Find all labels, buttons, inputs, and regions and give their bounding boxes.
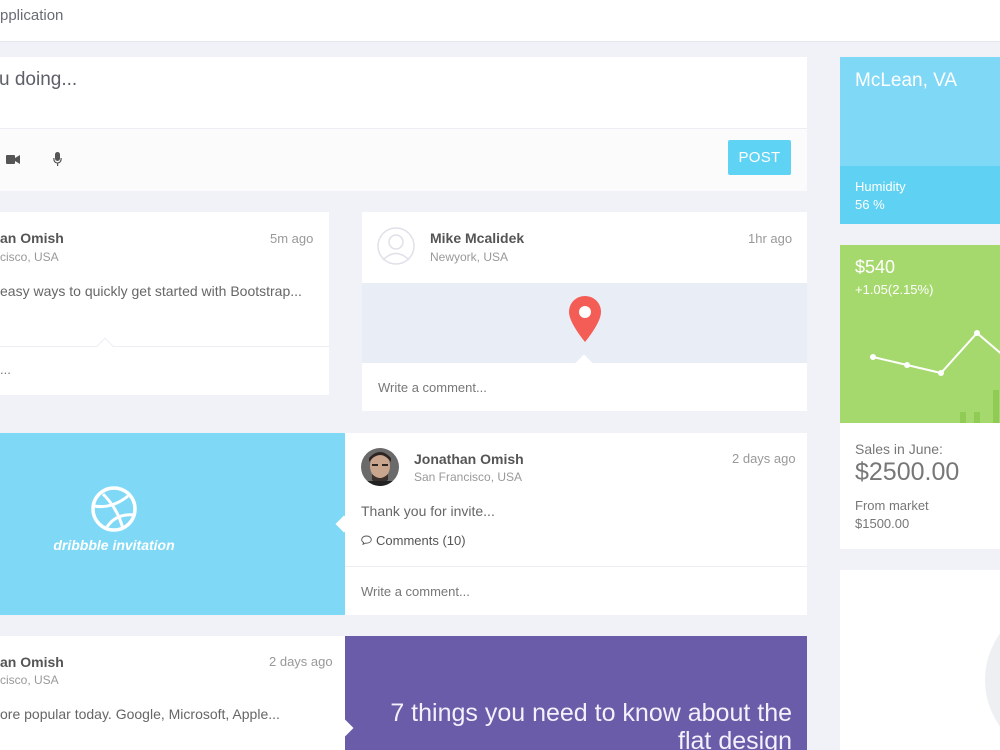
post-time: 5m ago — [270, 231, 314, 246]
stock-widget: $540 +1.05(2.15%) Sales in June: $2500.0… — [840, 245, 1000, 549]
post-location: Newyork, USA — [430, 250, 509, 264]
post-time: 2 days ago — [269, 654, 333, 669]
divider — [345, 566, 807, 567]
sparkline-line — [872, 331, 1000, 375]
market-value: $1500.00 — [855, 516, 910, 531]
post-card-3: dribbble invitation Jonathan Omish San F… — [0, 433, 807, 615]
composer-toolbar — [0, 129, 807, 191]
post-author[interactable]: Jonathan Omish — [414, 451, 524, 467]
headline-line-1: 7 things you need to know about the — [390, 699, 792, 727]
post-text: easy ways to quickly get started with Bo… — [0, 283, 302, 299]
humidity-label: Humidity — [855, 179, 906, 194]
weather-city: McLean, VA — [855, 70, 958, 91]
post-author[interactable]: an Omish — [0, 654, 64, 670]
top-navbar: pplication — [0, 0, 1000, 42]
microphone-icon[interactable] — [53, 152, 62, 166]
post-text: ore popular today. Google, Microsoft, Ap… — [0, 706, 280, 722]
stock-price: $540 — [855, 257, 896, 277]
stock-change: +1.05(2.15%) — [855, 282, 934, 297]
post-text: Thank you for invite... — [361, 503, 495, 519]
post-time: 1hr ago — [748, 231, 793, 246]
sparkline-chart — [870, 330, 1000, 423]
article-headline[interactable]: 7 things you need to know about the flat… — [345, 699, 792, 750]
humidity-panel — [840, 166, 1000, 224]
sparkline-point — [904, 362, 910, 368]
right-widget — [840, 570, 1000, 750]
sparkline-point — [974, 330, 980, 336]
volume-bar — [974, 412, 980, 423]
post-time: 2 days ago — [732, 451, 796, 466]
market-label: From market — [855, 498, 929, 513]
dribbble-icon — [91, 486, 137, 532]
comment-input[interactable]: ... — [0, 362, 11, 377]
post-card-1: an Omish cisco, USA 5m ago easy ways to … — [0, 212, 329, 395]
post-author[interactable]: an Omish — [0, 230, 64, 246]
comments-link[interactable]: Comments (10) — [376, 533, 466, 548]
caret — [96, 337, 114, 355]
sparkline-point — [870, 354, 876, 360]
post-author[interactable]: Mike Mcalidek — [430, 230, 524, 246]
avatar[interactable] — [377, 227, 415, 265]
dribbble-media[interactable] — [0, 433, 345, 615]
dribbble-label: dribbble invitation — [53, 537, 175, 553]
humidity-value: 56 % — [855, 197, 885, 212]
status-input[interactable] — [0, 57, 807, 129]
sales-value: $2500.00 — [855, 458, 960, 486]
post-location: cisco, USA — [0, 673, 59, 687]
comment-input[interactable]: Write a comment... — [361, 584, 470, 599]
sales-label: Sales in June: — [855, 441, 943, 457]
post-location: cisco, USA — [0, 250, 59, 264]
post-button[interactable]: POST — [728, 140, 791, 175]
post-card-4: an Omish cisco, USA 2 days ago ore popul… — [0, 636, 807, 750]
comment-input[interactable]: Write a comment... — [378, 380, 487, 395]
volume-bar — [960, 412, 966, 423]
divider — [0, 346, 329, 347]
post-location: San Francisco, USA — [414, 470, 523, 484]
volume-bar — [993, 390, 999, 423]
comment-icon — [361, 535, 372, 545]
avatar[interactable] — [361, 448, 399, 486]
app-title[interactable]: pplication — [0, 7, 63, 24]
video-camera-icon[interactable] — [6, 154, 20, 165]
status-composer — [0, 57, 807, 191]
weather-widget: McLean, VA Humidity 56 % — [840, 57, 1000, 224]
post-card-2: Mike Mcalidek Newyork, USA 1hr ago Write… — [362, 212, 807, 411]
headline-line-2: flat design — [678, 727, 792, 750]
circle-chart — [985, 633, 1000, 727]
map-pin-icon — [569, 296, 601, 342]
sparkline-point — [938, 370, 944, 376]
